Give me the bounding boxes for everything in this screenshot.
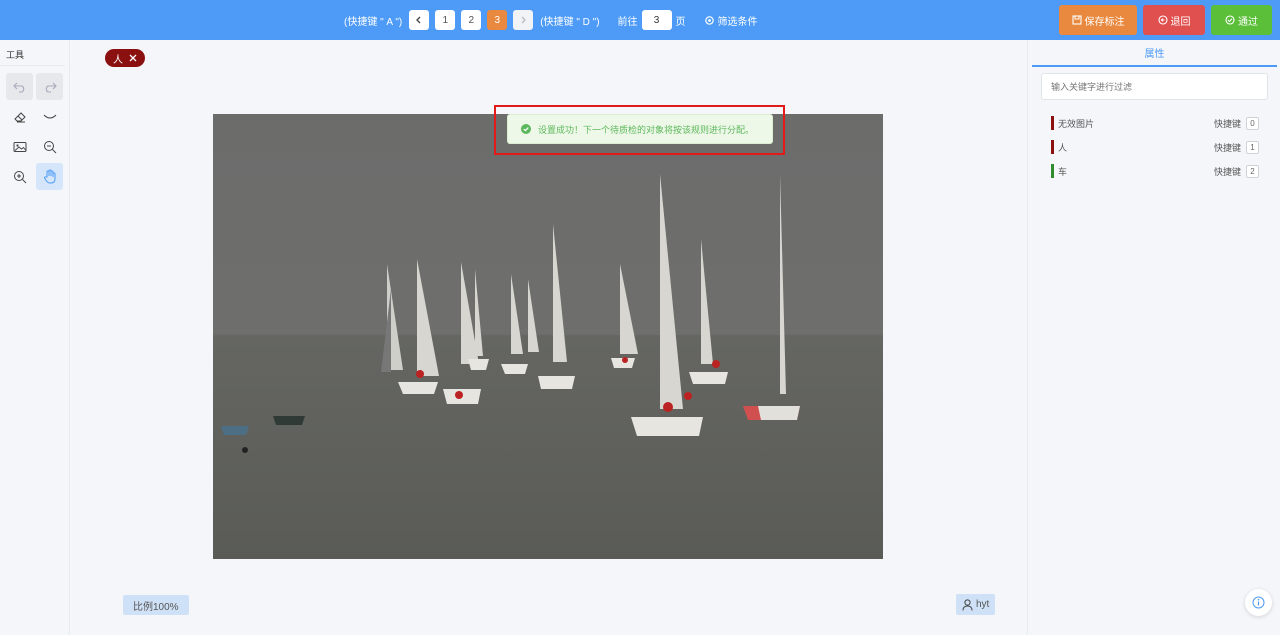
goto-page: 前往 页 xyxy=(618,10,686,30)
redo-button[interactable] xyxy=(36,73,63,100)
next-page-button[interactable] xyxy=(513,10,534,30)
sailboats-scene xyxy=(213,114,883,559)
eraser-icon xyxy=(13,111,26,122)
shortcut-label: 快捷键 xyxy=(1213,142,1241,153)
return-icon xyxy=(1157,15,1168,25)
label-chip-text: 人 xyxy=(113,54,123,66)
annotated-photo[interactable] xyxy=(213,114,883,559)
close-icon[interactable] xyxy=(129,54,137,62)
attribute-item-invalid[interactable]: 无效图片 快捷键 0 xyxy=(1051,111,1259,135)
eraser-button[interactable] xyxy=(6,103,33,130)
tab-attributes[interactable]: 属性 xyxy=(1032,40,1277,67)
shortcut-label: 快捷键 xyxy=(1213,118,1241,129)
tools-panel: 工具 xyxy=(0,40,70,635)
highlight-box xyxy=(494,105,785,155)
zoom-out-icon xyxy=(43,140,56,153)
hand-icon xyxy=(43,169,55,184)
eye-closed-icon xyxy=(43,114,56,119)
save-annotation-button[interactable]: 保存标注 xyxy=(1059,5,1137,35)
goto-prefix: 前往 xyxy=(617,16,638,28)
shortcut-key: 0 xyxy=(1246,116,1259,130)
undo-button[interactable] xyxy=(6,73,33,100)
help-button[interactable] xyxy=(1245,589,1272,616)
pagination: (快捷键 " A ") 1 2 3 (快捷键 " D ") 前往 页 筛选条件 xyxy=(340,10,758,30)
undo-icon xyxy=(12,82,24,93)
label-chip[interactable]: 人 xyxy=(105,49,145,67)
attribute-name: 车 xyxy=(1058,166,1068,177)
goto-page-input[interactable] xyxy=(641,10,672,30)
top-toolbar: (快捷键 " A ") 1 2 3 (快捷键 " D ") 前往 页 筛选条件 … xyxy=(0,0,1280,40)
user-badge: hyt xyxy=(956,594,996,615)
page-1-button[interactable]: 1 xyxy=(435,10,456,30)
filter-button[interactable]: 筛选条件 xyxy=(704,13,758,28)
pass-label: 通过 xyxy=(1238,16,1258,28)
attribute-panel: 属性 无效图片 快捷键 0 人 快捷键 1 车 快捷键 2 xyxy=(1027,40,1280,635)
prev-page-button[interactable] xyxy=(409,10,430,30)
shortcut-key: 1 xyxy=(1246,140,1259,154)
user-name: hyt xyxy=(976,599,990,610)
return-button[interactable]: 退回 xyxy=(1143,5,1205,35)
color-swatch xyxy=(1051,116,1054,130)
image-button[interactable] xyxy=(6,133,33,160)
attribute-item-person[interactable]: 人 快捷键 1 xyxy=(1051,135,1259,159)
zoom-in-button[interactable] xyxy=(6,163,33,190)
next-shortcut-hint: (快捷键 " D ") xyxy=(540,16,600,28)
info-icon xyxy=(1252,596,1265,609)
hide-button[interactable] xyxy=(36,103,63,130)
attribute-list: 无效图片 快捷键 0 人 快捷键 1 车 快捷键 2 xyxy=(1051,111,1259,183)
top-actions: 保存标注 退回 通过 xyxy=(1059,5,1272,35)
image-icon xyxy=(13,141,26,152)
zoom-in-icon xyxy=(13,170,26,183)
tools-title: 工具 xyxy=(0,40,65,66)
shortcut-label: 快捷键 xyxy=(1213,166,1241,177)
attribute-name: 人 xyxy=(1058,142,1068,153)
save-icon xyxy=(1071,15,1082,25)
page-2-button[interactable]: 2 xyxy=(461,10,482,30)
chevron-right-icon xyxy=(521,16,527,24)
page-3-button[interactable]: 3 xyxy=(487,10,508,30)
back-label: 退回 xyxy=(1170,16,1191,28)
zoom-scale-badge: 比例100% xyxy=(123,595,189,615)
check-circle-icon xyxy=(1225,15,1235,25)
gear-icon xyxy=(704,15,714,25)
attribute-search-input[interactable] xyxy=(1041,73,1268,100)
user-icon xyxy=(962,598,973,611)
chevron-left-icon xyxy=(416,16,421,24)
pan-button[interactable] xyxy=(36,163,63,190)
save-label: 保存标注 xyxy=(1084,16,1125,28)
color-swatch xyxy=(1051,164,1054,178)
shortcut-key: 2 xyxy=(1246,164,1259,178)
zoom-out-button[interactable] xyxy=(36,133,63,160)
prev-shortcut-hint: (快捷键 " A ") xyxy=(344,16,403,28)
attribute-item-car[interactable]: 车 快捷键 2 xyxy=(1051,159,1259,183)
tool-grid xyxy=(6,73,63,190)
filter-label: 筛选条件 xyxy=(717,16,758,28)
pass-button[interactable]: 通过 xyxy=(1211,5,1272,35)
goto-suffix: 页 xyxy=(675,16,686,28)
redo-icon xyxy=(45,82,57,93)
color-swatch xyxy=(1051,140,1054,154)
attribute-name: 无效图片 xyxy=(1058,118,1095,129)
